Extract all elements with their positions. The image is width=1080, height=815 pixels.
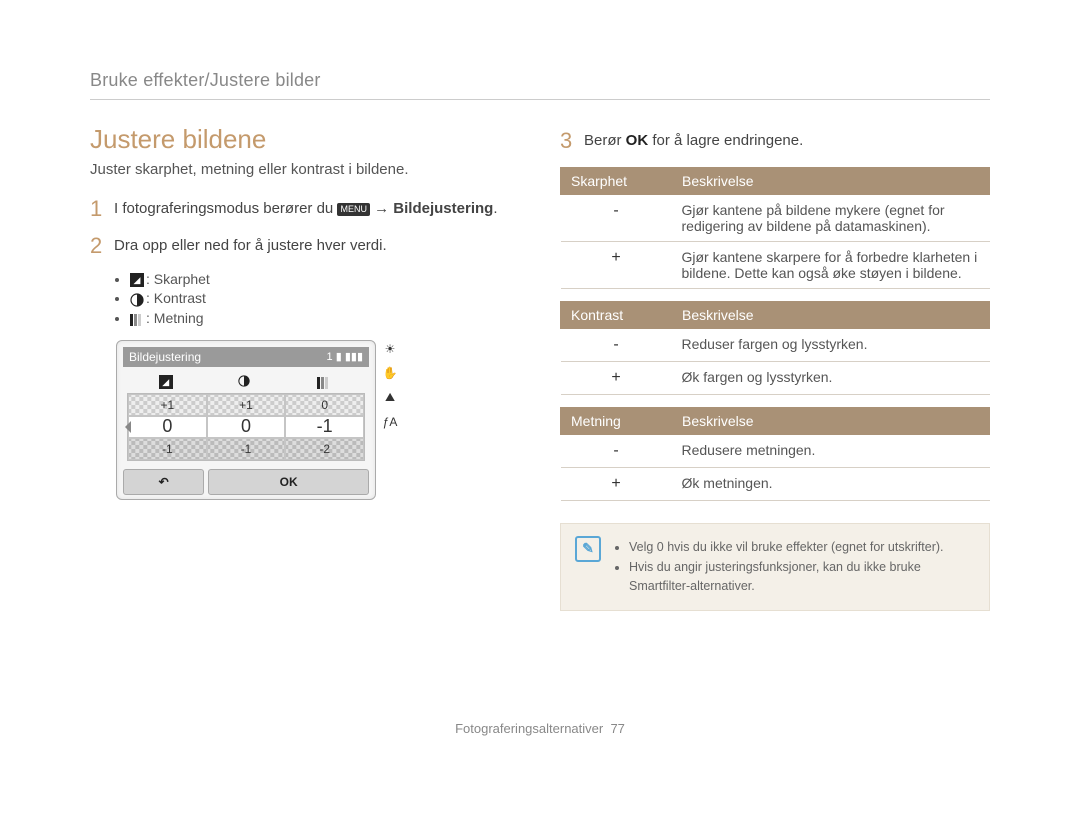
table-header: Kontrast (561, 301, 672, 328)
page-number: 77 (610, 721, 624, 736)
step-1: 1 I fotograferingsmodus berører du MENU … (90, 198, 520, 221)
slider-cell: +1 (207, 394, 286, 416)
legend-saturation: : Metning (130, 310, 520, 326)
table-cell-symbol: - (561, 328, 672, 361)
flash-icon: ☀ (382, 342, 398, 356)
slider-cell: -1 (207, 438, 286, 460)
table-cell-desc: Gjør kantene på bildene mykere (egnet fo… (672, 194, 990, 241)
step-1-text-b: . (493, 200, 497, 217)
step-3-text-b: for å lagre endringene. (652, 132, 803, 149)
legend-sharpness: ◢: Skarphet (130, 271, 520, 287)
table-cell-desc: Øk fargen og lysstyrken. (672, 361, 990, 394)
table-cell-symbol: + (561, 361, 672, 394)
legend-contrast: : Kontrast (130, 290, 520, 306)
step-2-text: Dra opp eller ned for å justere hver ver… (114, 235, 387, 258)
camera-screen-illustration: Bildejustering 1 ▮ ▮▮▮ ◢ (116, 340, 520, 500)
table-cell-desc: Øk metningen. (672, 467, 990, 500)
table-header: Skarphet (561, 167, 672, 194)
menu-icon: MENU (337, 203, 370, 216)
sharpness-icon: ◢ (159, 375, 173, 389)
table-cell-desc: Gjør kantene skarpere for å forbedre kla… (672, 241, 990, 288)
back-button[interactable]: ↶ (123, 469, 204, 495)
legend-sharpness-label: Skarphet (154, 271, 210, 287)
slider-row-selected: 0 0 -1 (128, 416, 364, 438)
table-header: Beskrivelse (672, 167, 990, 194)
contrast-icon (238, 375, 252, 389)
footer-text: Fotograferingsalternativer (455, 721, 603, 736)
step-number: 1 (90, 198, 104, 220)
table-header: Metning (561, 407, 672, 434)
step-1-target: Bildejustering (393, 200, 493, 217)
info-icon: ✎ (575, 536, 601, 562)
step-number: 3 (560, 130, 574, 152)
step-3-text-a: Berør (584, 132, 626, 149)
slider-cell: -2 (285, 438, 364, 460)
hand-icon: ✋ (382, 366, 398, 380)
right-column: 3 Berør OK for å lagre endringene. Skarp… (560, 124, 990, 611)
table-cell-symbol: - (561, 194, 672, 241)
sharpness-table: Skarphet Beskrivelse - Gjør kantene på b… (560, 167, 990, 289)
contrast-table: Kontrast Beskrivelse - Reduser fargen og… (560, 301, 990, 395)
saturation-table: Metning Beskrivelse - Redusere metningen… (560, 407, 990, 501)
slider-cell: -1 (285, 416, 364, 438)
table-header: Beskrivelse (672, 407, 990, 434)
table-row: + Gjør kantene skarpere for å forbedre k… (561, 241, 990, 288)
step-number: 2 (90, 235, 104, 257)
note-box: ✎ Velg 0 hvis du ikke vil bruke effekter… (560, 523, 990, 611)
note-item: Hvis du angir justeringsfunksjoner, kan … (629, 558, 975, 596)
slider-cell: 0 (285, 394, 364, 416)
battery-icon: 1 ▮ ▮▮▮ (327, 350, 363, 363)
sharpness-icon: ◢ (130, 273, 144, 287)
table-row: + Øk metningen. (561, 467, 990, 500)
table-row: - Redusere metningen. (561, 434, 990, 467)
fa-icon: ƒA (382, 415, 398, 429)
slider-cell: +1 (128, 394, 207, 416)
table-cell-desc: Redusere metningen. (672, 434, 990, 467)
footer: Fotograferingsalternativer 77 (90, 721, 990, 736)
saturation-icon (317, 375, 331, 389)
legend-contrast-label: Kontrast (154, 290, 206, 306)
table-cell-symbol: - (561, 434, 672, 467)
table-header: Beskrivelse (672, 301, 990, 328)
table-cell-symbol: + (561, 467, 672, 500)
slider-cell: 0 (128, 416, 207, 438)
section-title: Justere bildene (90, 124, 520, 155)
divider (90, 99, 990, 100)
slider-cell: 0 (207, 416, 286, 438)
ok-icon: OK (626, 130, 649, 153)
step-1-text-a: I fotograferingsmodus berører du (114, 200, 337, 217)
saturation-icon (130, 312, 144, 326)
side-icons: ☀ ✋ ⛰ ƒA (382, 340, 398, 429)
step-3: 3 Berør OK for å lagre endringene. (560, 130, 990, 153)
table-cell-desc: Reduser fargen og lysstyrken. (672, 328, 990, 361)
left-column: Justere bildene Juster skarphet, metning… (90, 124, 520, 611)
table-row: - Reduser fargen og lysstyrken. (561, 328, 990, 361)
slider-row-minus: -1 -1 -2 (128, 438, 364, 460)
screen-title: Bildejustering (129, 350, 201, 364)
slider-row-plus: +1 +1 0 (128, 394, 364, 416)
note-item: Velg 0 hvis du ikke vil bruke effekter (… (629, 538, 975, 557)
arrow-icon: → (374, 200, 393, 217)
slider-grid[interactable]: +1 +1 0 0 0 -1 -1 -1 (127, 393, 365, 461)
legend-saturation-label: Metning (154, 310, 204, 326)
section-subtitle: Juster skarphet, metning eller kontrast … (90, 161, 520, 178)
table-row: - Gjør kantene på bildene mykere (egnet … (561, 194, 990, 241)
slider-cell: -1 (128, 438, 207, 460)
step-2: 2 Dra opp eller ned for å justere hver v… (90, 235, 520, 258)
contrast-icon (130, 293, 144, 307)
table-row: + Øk fargen og lysstyrken. (561, 361, 990, 394)
table-cell-symbol: + (561, 241, 672, 288)
scene-icon: ⛰ (382, 390, 398, 405)
ok-button[interactable]: OK (208, 469, 369, 495)
legend-list: ◢: Skarphet : Kontrast : Metning (130, 271, 520, 326)
breadcrumb: Bruke effekter/Justere bilder (90, 70, 990, 91)
